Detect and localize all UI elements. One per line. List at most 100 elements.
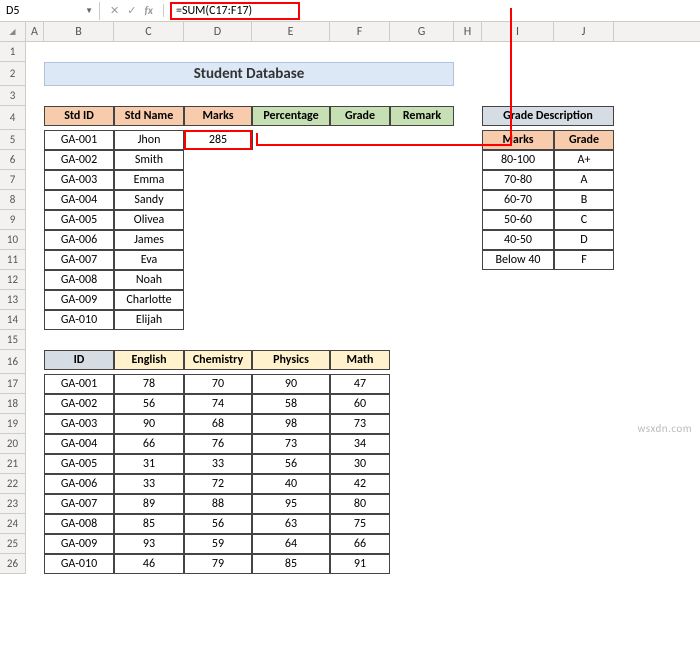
- row-header-21[interactable]: 21: [0, 454, 26, 474]
- t3-math[interactable]: 47: [330, 374, 390, 394]
- t3-phys[interactable]: 98: [252, 414, 330, 434]
- col-header-d[interactable]: D: [184, 22, 252, 41]
- t2-grade[interactable]: D: [554, 230, 614, 250]
- t3-eng[interactable]: 31: [114, 454, 184, 474]
- row-header-7[interactable]: 7: [0, 170, 26, 190]
- row-header-12[interactable]: 12: [0, 270, 26, 290]
- enter-icon[interactable]: ✓: [127, 4, 136, 17]
- t3-id[interactable]: GA-006: [44, 474, 114, 494]
- t2-marks[interactable]: 50-60: [482, 210, 554, 230]
- t1-name[interactable]: Sandy: [114, 190, 184, 210]
- row-header-17[interactable]: 17: [0, 374, 26, 394]
- t3-id[interactable]: GA-007: [44, 494, 114, 514]
- t3-id[interactable]: GA-005: [44, 454, 114, 474]
- t3-math[interactable]: 42: [330, 474, 390, 494]
- t3-id[interactable]: GA-008: [44, 514, 114, 534]
- cancel-icon[interactable]: ✕: [110, 4, 119, 17]
- row-header-19[interactable]: 19: [0, 414, 26, 434]
- col-header-h[interactable]: H: [454, 22, 482, 41]
- row-header-5[interactable]: 5: [0, 130, 26, 150]
- fx-icon[interactable]: fx: [144, 4, 153, 17]
- col-header-j[interactable]: J: [554, 22, 614, 41]
- t1-id[interactable]: GA-010: [44, 310, 114, 330]
- row-header-25[interactable]: 25: [0, 534, 26, 554]
- t3-math[interactable]: 91: [330, 554, 390, 574]
- t2-grade[interactable]: A+: [554, 150, 614, 170]
- t3-eng[interactable]: 85: [114, 514, 184, 534]
- t1-name[interactable]: Jhon: [114, 130, 184, 150]
- t1-name[interactable]: Eva: [114, 250, 184, 270]
- t3-id[interactable]: GA-009: [44, 534, 114, 554]
- t2-grade[interactable]: B: [554, 190, 614, 210]
- t3-eng[interactable]: 56: [114, 394, 184, 414]
- t3-math[interactable]: 30: [330, 454, 390, 474]
- name-box-dropdown-icon[interactable]: ▼: [85, 6, 93, 16]
- row-header-18[interactable]: 18: [0, 394, 26, 414]
- t1-id[interactable]: GA-008: [44, 270, 114, 290]
- t3-eng[interactable]: 66: [114, 434, 184, 454]
- row-header-24[interactable]: 24: [0, 514, 26, 534]
- col-header-b[interactable]: B: [44, 22, 114, 41]
- row-header-4[interactable]: 4: [0, 106, 26, 130]
- t3-phys[interactable]: 85: [252, 554, 330, 574]
- row-header-22[interactable]: 22: [0, 474, 26, 494]
- row-header-10[interactable]: 10: [0, 230, 26, 250]
- row-header-20[interactable]: 20: [0, 434, 26, 454]
- t3-chem[interactable]: 70: [184, 374, 252, 394]
- t2-marks[interactable]: Below 40: [482, 250, 554, 270]
- t1-name[interactable]: Smith: [114, 150, 184, 170]
- col-header-c[interactable]: C: [114, 22, 184, 41]
- cell[interactable]: [252, 130, 330, 150]
- t1-id[interactable]: GA-003: [44, 170, 114, 190]
- cells-area[interactable]: wsxdn.com Student Database Std ID Std Na…: [26, 42, 700, 574]
- t3-math[interactable]: 34: [330, 434, 390, 454]
- t3-eng[interactable]: 90: [114, 414, 184, 434]
- t1-id[interactable]: GA-009: [44, 290, 114, 310]
- t3-chem[interactable]: 33: [184, 454, 252, 474]
- row-header-15[interactable]: 15: [0, 330, 26, 350]
- t3-id[interactable]: GA-001: [44, 374, 114, 394]
- row-header-8[interactable]: 8: [0, 190, 26, 210]
- t3-math[interactable]: 66: [330, 534, 390, 554]
- t3-chem[interactable]: 79: [184, 554, 252, 574]
- row-header-14[interactable]: 14: [0, 310, 26, 330]
- t1-id[interactable]: GA-005: [44, 210, 114, 230]
- t2-marks[interactable]: 80-100: [482, 150, 554, 170]
- t2-grade[interactable]: A: [554, 170, 614, 190]
- t2-grade[interactable]: F: [554, 250, 614, 270]
- col-header-e[interactable]: E: [252, 22, 330, 41]
- t2-marks[interactable]: 70-80: [482, 170, 554, 190]
- t3-chem[interactable]: 56: [184, 514, 252, 534]
- t3-id[interactable]: GA-010: [44, 554, 114, 574]
- row-header-13[interactable]: 13: [0, 290, 26, 310]
- row-header-23[interactable]: 23: [0, 494, 26, 514]
- t1-id[interactable]: GA-001: [44, 130, 114, 150]
- select-all-triangle[interactable]: ◢: [0, 22, 26, 41]
- t3-math[interactable]: 60: [330, 394, 390, 414]
- t3-phys[interactable]: 63: [252, 514, 330, 534]
- t3-chem[interactable]: 74: [184, 394, 252, 414]
- t1-name[interactable]: James: [114, 230, 184, 250]
- row-header-6[interactable]: 6: [0, 150, 26, 170]
- t3-chem[interactable]: 88: [184, 494, 252, 514]
- t3-id[interactable]: GA-002: [44, 394, 114, 414]
- t2-marks[interactable]: 40-50: [482, 230, 554, 250]
- name-box[interactable]: D5 ▼: [0, 2, 100, 20]
- t3-eng[interactable]: 78: [114, 374, 184, 394]
- t3-chem[interactable]: 76: [184, 434, 252, 454]
- t3-phys[interactable]: 95: [252, 494, 330, 514]
- t3-phys[interactable]: 40: [252, 474, 330, 494]
- t3-eng[interactable]: 93: [114, 534, 184, 554]
- t3-math[interactable]: 73: [330, 414, 390, 434]
- t3-phys[interactable]: 73: [252, 434, 330, 454]
- col-header-g[interactable]: G: [390, 22, 454, 41]
- col-header-i[interactable]: I: [482, 22, 554, 41]
- t1-id[interactable]: GA-006: [44, 230, 114, 250]
- row-header-3[interactable]: 3: [0, 86, 26, 106]
- t1-id[interactable]: GA-007: [44, 250, 114, 270]
- t3-phys[interactable]: 56: [252, 454, 330, 474]
- t1-name[interactable]: Charlotte: [114, 290, 184, 310]
- selected-cell-d5[interactable]: 285: [184, 130, 252, 150]
- t1-id[interactable]: GA-004: [44, 190, 114, 210]
- t3-eng[interactable]: 33: [114, 474, 184, 494]
